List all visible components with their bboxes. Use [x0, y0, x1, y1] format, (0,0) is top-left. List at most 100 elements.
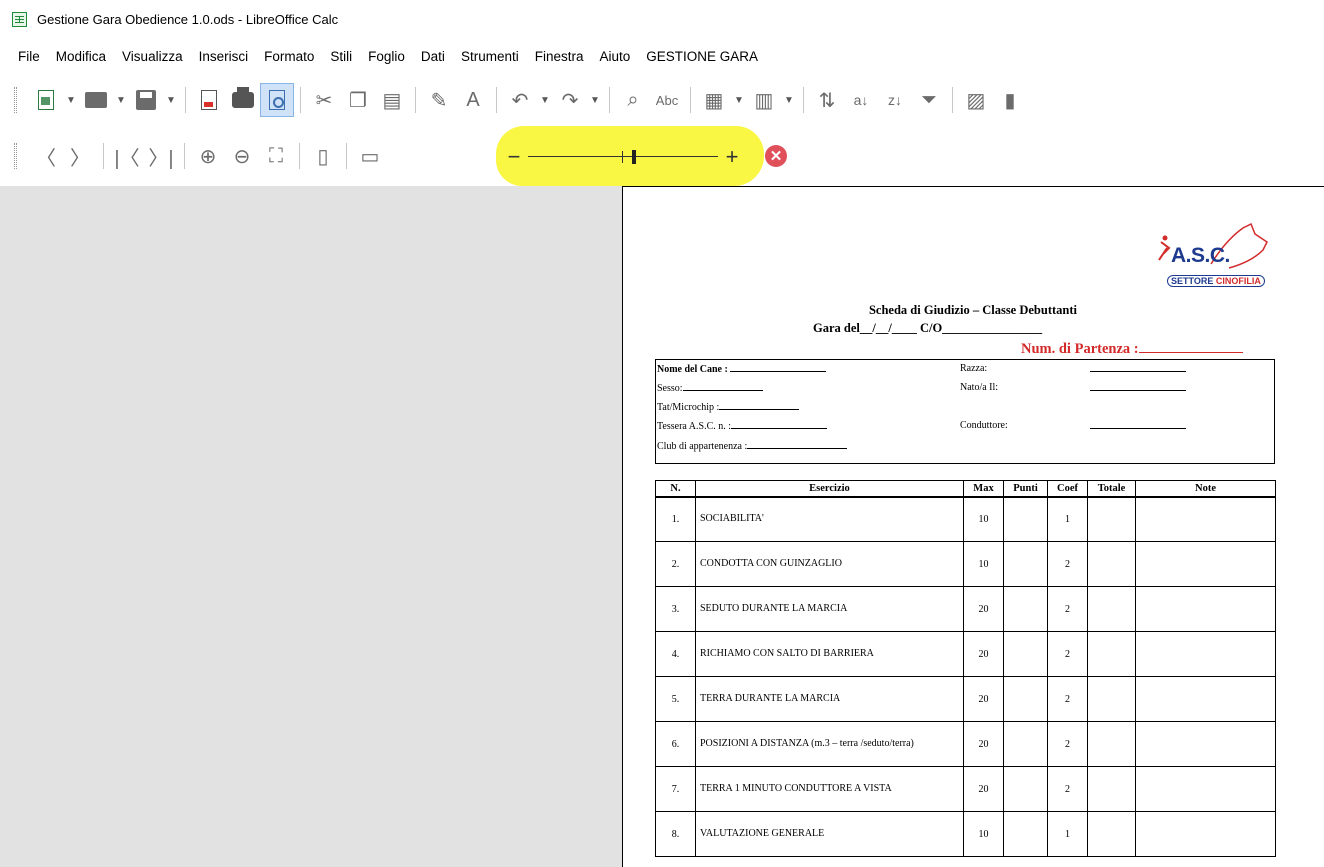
logo-settore-text: SETTORE CINOFILIA — [1167, 275, 1265, 287]
menu-bar: File Modifica Visualizza Inserisci Forma… — [0, 44, 766, 68]
menu-gestione-gara[interactable]: GESTIONE GARA — [638, 47, 766, 66]
zoom-out-icon[interactable]: ⊖ — [225, 139, 259, 173]
toolbar-grip[interactable] — [14, 143, 17, 169]
table-row: 3. SEDUTO DURANTE LA MARCIA 20 2 — [655, 586, 1276, 632]
rows-dropdown-chevron-icon[interactable]: ▼ — [731, 83, 747, 117]
title-bar: Gestione Gara Obedience 1.0.ods - LibreO… — [0, 0, 1324, 38]
chart-icon[interactable]: ▮ — [993, 83, 1027, 117]
cell-coef: 2 — [1047, 766, 1088, 812]
cell-note — [1135, 721, 1276, 767]
menu-inserisci[interactable]: Inserisci — [191, 47, 257, 66]
new-spreadsheet-icon[interactable] — [29, 83, 63, 117]
cell-punti — [1003, 721, 1048, 767]
autofilter-icon[interactable]: ⏷ — [912, 83, 946, 117]
save-icon[interactable] — [129, 83, 163, 117]
info-nato: Nato/a Il: — [960, 382, 999, 393]
info-tessera: Tessera A.S.C. n. : — [657, 420, 828, 432]
undo-dropdown-chevron-icon[interactable]: ▼ — [537, 83, 553, 117]
print-icon[interactable] — [226, 83, 260, 117]
cell-max: 20 — [963, 766, 1004, 812]
redo-icon[interactable]: ↷ — [553, 83, 587, 117]
margins-icon[interactable]: ▭ — [353, 139, 387, 173]
columns-dropdown-chevron-icon[interactable]: ▼ — [781, 83, 797, 117]
page-format-icon[interactable]: ▯ — [306, 139, 340, 173]
last-page-icon[interactable]: 〉| — [144, 139, 178, 173]
redo-dropdown-chevron-icon[interactable]: ▼ — [587, 83, 603, 117]
first-page-icon[interactable]: |〈 — [110, 139, 144, 173]
header-punti: Punti — [1003, 480, 1048, 498]
find-replace-icon[interactable]: ⌕ — [616, 83, 650, 117]
cell-max: 20 — [963, 586, 1004, 632]
menu-finestra[interactable]: Finestra — [527, 47, 592, 66]
clone-formatting-icon[interactable]: ✎ — [422, 83, 456, 117]
zoom-increase-button[interactable]: + — [722, 146, 742, 168]
export-pdf-icon[interactable] — [192, 83, 226, 117]
zoom-slider-widget: − + — [504, 143, 752, 171]
info-nome-cane: Nome del Cane : — [657, 363, 827, 375]
cell-totale — [1087, 676, 1136, 722]
cell-note — [1135, 496, 1276, 542]
cell-esercizio: SOCIABILITA' — [695, 496, 964, 542]
menu-foglio[interactable]: Foglio — [360, 47, 413, 66]
image-icon[interactable]: ▨ — [959, 83, 993, 117]
sort-descending-icon[interactable]: z↓ — [878, 83, 912, 117]
cell-coef: 1 — [1047, 811, 1088, 857]
zoom-slider-thumb[interactable] — [632, 150, 636, 164]
cell-coef: 2 — [1047, 586, 1088, 632]
toolbar-separator — [346, 143, 347, 169]
table-row: 2. CONDOTTA CON GUINZAGLIO 10 2 — [655, 541, 1276, 587]
sort-icon[interactable]: ⇅ — [810, 83, 844, 117]
columns-icon[interactable]: ▥ — [747, 83, 781, 117]
standard-toolbar: ▼ ▼ ▼ ✂ ❐ ▤ ✎ A ↶ ▼ ↷ ▼ ⌕ Abc ▦ ▼ ▥ ▼ ⇅ … — [0, 80, 1027, 120]
info-club: Club di appartenenza : — [657, 440, 848, 452]
cell-punti — [1003, 676, 1048, 722]
menu-dati[interactable]: Dati — [413, 47, 453, 66]
open-folder-icon[interactable] — [79, 83, 113, 117]
zoom-in-icon[interactable]: ⊕ — [191, 139, 225, 173]
info-box: Nome del Cane : Razza: Sesso: Nato/a Il:… — [655, 359, 1275, 464]
menu-visualizza[interactable]: Visualizza — [114, 47, 191, 66]
next-page-icon[interactable]: 〉 — [63, 139, 97, 173]
menu-file[interactable]: File — [12, 47, 48, 66]
print-preview-icon[interactable] — [260, 83, 294, 117]
toolbar-separator — [609, 87, 610, 113]
menu-stili[interactable]: Stili — [322, 47, 360, 66]
menu-strumenti[interactable]: Strumenti — [453, 47, 527, 66]
menu-modifica[interactable]: Modifica — [48, 47, 114, 66]
close-preview-button[interactable]: ✕ — [765, 145, 787, 167]
header-totale: Totale — [1087, 480, 1136, 498]
paste-icon[interactable]: ▤ — [375, 83, 409, 117]
full-screen-icon[interactable]: ⛶ — [259, 139, 293, 173]
cell-punti — [1003, 541, 1048, 587]
menu-aiuto[interactable]: Aiuto — [592, 47, 639, 66]
cell-n: 1. — [655, 496, 696, 542]
toolbar-separator — [952, 87, 953, 113]
spelling-icon[interactable]: Abc — [650, 83, 684, 117]
gara-line: Gara del__/__/____ C/O________________ — [813, 321, 1043, 335]
sort-ascending-icon[interactable]: a↓ — [844, 83, 878, 117]
zoom-decrease-button[interactable]: − — [504, 146, 524, 168]
cut-icon[interactable]: ✂ — [307, 83, 341, 117]
menu-formato[interactable]: Formato — [256, 47, 322, 66]
zoom-center-tick — [622, 151, 623, 163]
previous-page-icon[interactable]: 〈 — [29, 139, 63, 173]
cell-totale — [1087, 586, 1136, 632]
rows-icon[interactable]: ▦ — [697, 83, 731, 117]
asc-logo: A.S.C. SETTORE CINOFILIA — [1151, 220, 1291, 300]
open-dropdown-chevron-icon[interactable]: ▼ — [113, 83, 129, 117]
cell-n: 6. — [655, 721, 696, 767]
undo-icon[interactable]: ↶ — [503, 83, 537, 117]
window-title: Gestione Gara Obedience 1.0.ods - LibreO… — [37, 11, 339, 27]
zoom-slider-track[interactable] — [528, 147, 718, 167]
copy-icon[interactable]: ❐ — [341, 83, 375, 117]
cell-esercizio: SEDUTO DURANTE LA MARCIA — [695, 586, 964, 632]
new-dropdown-chevron-icon[interactable]: ▼ — [63, 83, 79, 117]
clear-formatting-icon[interactable]: A — [456, 83, 490, 117]
toolbar-separator — [496, 87, 497, 113]
toolbar-grip[interactable] — [14, 87, 17, 113]
info-tat: Tat/Microchip : — [657, 401, 800, 413]
toolbar-separator — [803, 87, 804, 113]
save-dropdown-chevron-icon[interactable]: ▼ — [163, 83, 179, 117]
table-row: 7. TERRA 1 MINUTO CONDUTTORE A VISTA 20 … — [655, 766, 1276, 812]
cell-esercizio: TERRA DURANTE LA MARCIA — [695, 676, 964, 722]
